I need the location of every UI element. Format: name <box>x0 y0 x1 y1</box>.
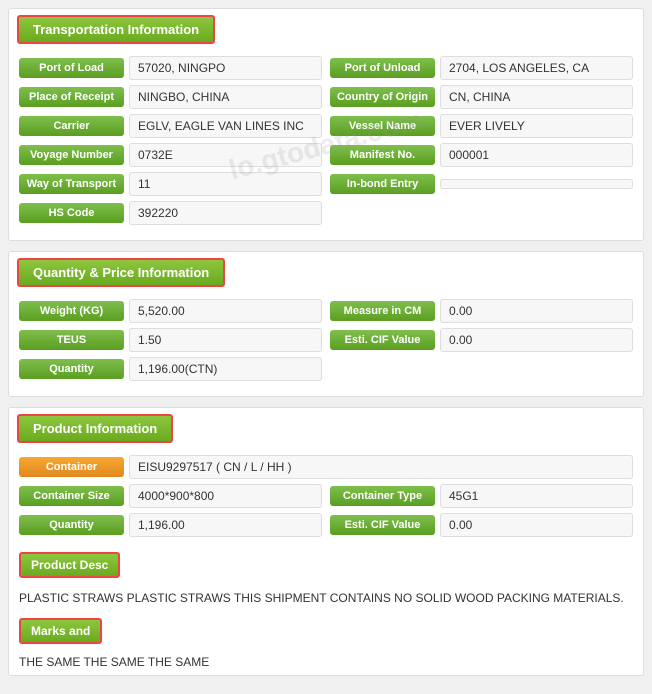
row-ports: Port of Load 57020, NINGPO Port of Unloa… <box>19 56 633 80</box>
place-of-receipt-group: Place of Receipt NINGBO, CHINA <box>19 85 322 109</box>
carrier-label: Carrier <box>19 116 124 136</box>
esti-cif-label: Esti. CIF Value <box>330 330 435 350</box>
container-size-value: 4000*900*800 <box>129 484 322 508</box>
weight-group: Weight (KG) 5,520.00 <box>19 299 322 323</box>
marks-and-value: THE SAME THE SAME THE SAME <box>9 649 643 675</box>
hs-code-label: HS Code <box>19 203 124 223</box>
container-size-label: Container Size <box>19 486 124 506</box>
row-container-size-type: Container Size 4000*900*800 Container Ty… <box>19 484 633 508</box>
product-esti-cif-group: Esti. CIF Value 0.00 <box>330 513 633 537</box>
in-bond-entry-label: In-bond Entry <box>330 174 435 194</box>
container-group: Container EISU9297517 ( CN / L / HH ) <box>19 455 633 479</box>
voyage-number-label: Voyage Number <box>19 145 124 165</box>
carrier-value: EGLV, EAGLE VAN LINES INC <box>129 114 322 138</box>
measure-group: Measure in CM 0.00 <box>330 299 633 323</box>
quantity-price-header: Quantity & Price Information <box>9 252 643 293</box>
voyage-number-group: Voyage Number 0732E <box>19 143 322 167</box>
way-of-transport-group: Way of Transport 11 <box>19 172 322 196</box>
port-of-load-group: Port of Load 57020, NINGPO <box>19 56 322 80</box>
row-product-quantity-cif: Quantity 1,196.00 Esti. CIF Value 0.00 <box>19 513 633 537</box>
in-bond-entry-value <box>440 179 633 189</box>
country-of-origin-value: CN, CHINA <box>440 85 633 109</box>
container-size-group: Container Size 4000*900*800 <box>19 484 322 508</box>
quantity-value: 1,196.00(CTN) <box>129 357 322 381</box>
row-carrier-vessel: Carrier EGLV, EAGLE VAN LINES INC Vessel… <box>19 114 633 138</box>
container-type-group: Container Type 45G1 <box>330 484 633 508</box>
product-quantity-group: Quantity 1,196.00 <box>19 513 322 537</box>
marks-and-section: Marks and <box>9 613 643 649</box>
product-quantity-label: Quantity <box>19 515 124 535</box>
transportation-section: Transportation Information lo.gtodata.co… <box>8 8 644 241</box>
place-of-receipt-value: NINGBO, CHINA <box>129 85 322 109</box>
teus-value: 1.50 <box>129 328 322 352</box>
row-container: Container EISU9297517 ( CN / L / HH ) <box>19 455 633 479</box>
port-of-unload-group: Port of Unload 2704, LOS ANGELES, CA <box>330 56 633 80</box>
product-title: Product Information <box>17 414 173 443</box>
container-label: Container <box>19 457 124 477</box>
manifest-no-group: Manifest No. 000001 <box>330 143 633 167</box>
way-of-transport-label: Way of Transport <box>19 174 124 194</box>
port-of-load-value: 57020, NINGPO <box>129 56 322 80</box>
country-of-origin-label: Country of Origin <box>330 87 435 107</box>
row-hs-code: HS Code 392220 <box>19 201 633 225</box>
vessel-name-group: Vessel Name EVER LIVELY <box>330 114 633 138</box>
row-transport-bond: Way of Transport 11 In-bond Entry <box>19 172 633 196</box>
weight-value: 5,520.00 <box>129 299 322 323</box>
container-type-label: Container Type <box>330 486 435 506</box>
transportation-rows: Port of Load 57020, NINGPO Port of Unloa… <box>9 50 643 240</box>
hs-code-group: HS Code 392220 <box>19 201 322 225</box>
port-of-load-label: Port of Load <box>19 58 124 78</box>
product-desc-section: Product Desc <box>9 552 643 583</box>
voyage-number-value: 0732E <box>129 143 322 167</box>
quantity-group: Quantity 1,196.00(CTN) <box>19 357 322 381</box>
vessel-name-value: EVER LIVELY <box>440 114 633 138</box>
container-value: EISU9297517 ( CN / L / HH ) <box>129 455 633 479</box>
hs-code-spacer <box>330 201 633 225</box>
container-type-value: 45G1 <box>440 484 633 508</box>
product-desc-label: Product Desc <box>19 552 120 578</box>
product-rows: Container EISU9297517 ( CN / L / HH ) Co… <box>9 449 643 552</box>
row-teus-cif: TEUS 1.50 Esti. CIF Value 0.00 <box>19 328 633 352</box>
quantity-label: Quantity <box>19 359 124 379</box>
product-esti-cif-label: Esti. CIF Value <box>330 515 435 535</box>
manifest-no-value: 000001 <box>440 143 633 167</box>
in-bond-entry-group: In-bond Entry <box>330 172 633 196</box>
measure-value: 0.00 <box>440 299 633 323</box>
product-section: Product Information Container EISU929751… <box>8 407 644 676</box>
row-quantity: Quantity 1,196.00(CTN) <box>19 357 633 381</box>
transportation-title: Transportation Information <box>17 15 215 44</box>
manifest-no-label: Manifest No. <box>330 145 435 165</box>
row-voyage-manifest: Voyage Number 0732E Manifest No. 000001 <box>19 143 633 167</box>
quantity-price-section: Quantity & Price Information Weight (KG)… <box>8 251 644 397</box>
product-header: Product Information <box>9 408 643 449</box>
quantity-price-title: Quantity & Price Information <box>17 258 225 287</box>
hs-code-value: 392220 <box>129 201 322 225</box>
transportation-header: Transportation Information <box>9 9 643 50</box>
teus-label: TEUS <box>19 330 124 350</box>
quantity-price-rows: Weight (KG) 5,520.00 Measure in CM 0.00 … <box>9 293 643 396</box>
quantity-spacer <box>330 357 633 381</box>
product-quantity-value: 1,196.00 <box>129 513 322 537</box>
vessel-name-label: Vessel Name <box>330 116 435 136</box>
carrier-group: Carrier EGLV, EAGLE VAN LINES INC <box>19 114 322 138</box>
row-weight-measure: Weight (KG) 5,520.00 Measure in CM 0.00 <box>19 299 633 323</box>
port-of-unload-value: 2704, LOS ANGELES, CA <box>440 56 633 80</box>
weight-label: Weight (KG) <box>19 301 124 321</box>
esti-cif-value: 0.00 <box>440 328 633 352</box>
place-of-receipt-label: Place of Receipt <box>19 87 124 107</box>
country-of-origin-group: Country of Origin CN, CHINA <box>330 85 633 109</box>
esti-cif-group: Esti. CIF Value 0.00 <box>330 328 633 352</box>
main-container: Transportation Information lo.gtodata.co… <box>0 0 652 694</box>
row-receipt-origin: Place of Receipt NINGBO, CHINA Country o… <box>19 85 633 109</box>
teus-group: TEUS 1.50 <box>19 328 322 352</box>
way-of-transport-value: 11 <box>129 172 322 196</box>
product-esti-cif-value: 0.00 <box>440 513 633 537</box>
port-of-unload-label: Port of Unload <box>330 58 435 78</box>
transportation-content: lo.gtodata.com Port of Load 57020, NINGP… <box>9 50 643 240</box>
product-desc-value: PLASTIC STRAWS PLASTIC STRAWS THIS SHIPM… <box>9 583 643 613</box>
measure-label: Measure in CM <box>330 301 435 321</box>
marks-and-label: Marks and <box>19 618 102 644</box>
